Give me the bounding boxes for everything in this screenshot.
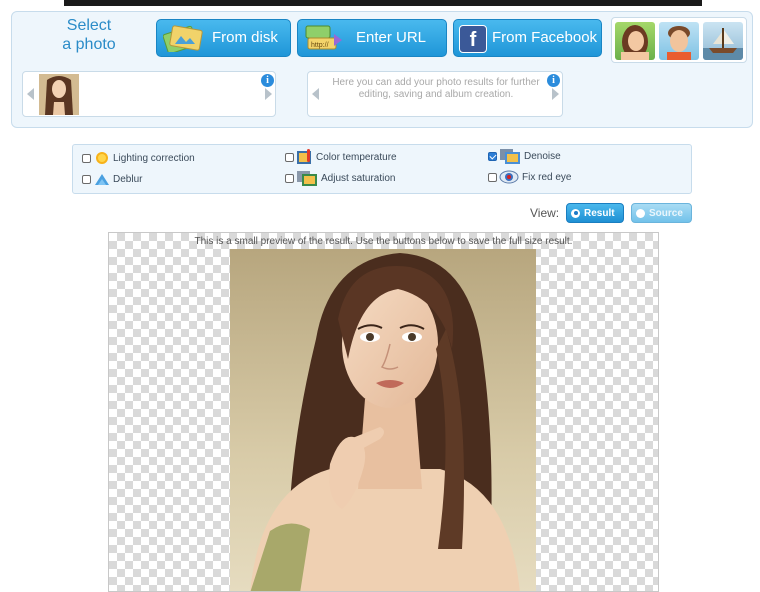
woman-portrait-thumb[interactable] — [39, 74, 79, 115]
boat-icon — [703, 28, 743, 60]
photo-source-panel: Select a photo From disk http:// Enter UR… — [11, 11, 753, 128]
result-next-arrow[interactable] — [552, 88, 559, 100]
red-eye-label: Fix red eye — [522, 171, 572, 183]
sample-woman-thumb[interactable] — [615, 22, 655, 60]
folder-photos-icon — [163, 25, 203, 52]
woman-face-icon — [621, 25, 649, 60]
sun-icon — [96, 152, 108, 164]
color-temperature-checkbox[interactable] — [285, 152, 294, 162]
saturation-label: Adjust saturation — [321, 172, 396, 184]
option-color-temperature[interactable]: Color temperature — [285, 149, 397, 165]
from-facebook-label: From Facebook — [492, 29, 598, 46]
deblur-label: Deblur — [113, 173, 143, 185]
denoise-icon — [500, 149, 520, 164]
from-disk-label: From disk — [212, 29, 278, 46]
source-photo-strip: i — [22, 71, 276, 117]
saturation-checkbox[interactable] — [285, 173, 294, 183]
from-facebook-button[interactable]: f From Facebook — [453, 19, 602, 57]
select-photo-label: Select a photo — [62, 17, 116, 53]
man-face-icon — [667, 26, 691, 60]
sample-boat-thumb[interactable] — [703, 22, 743, 60]
facebook-icon: f — [459, 25, 487, 53]
option-fix-red-eye[interactable]: Fix red eye — [488, 169, 571, 185]
lighting-label: Lighting correction — [113, 152, 195, 164]
result-strip-text: Here you can add your photo results for … — [332, 77, 540, 100]
option-lighting-correction[interactable]: Lighting correction — [82, 150, 195, 166]
portrait-thumb-image — [39, 74, 79, 115]
view-result-button[interactable]: Result — [566, 203, 624, 223]
red-eye-checkbox[interactable] — [488, 172, 497, 182]
view-label: View: — [530, 206, 560, 220]
from-disk-button[interactable]: From disk — [156, 19, 291, 57]
thermometer-icon — [297, 149, 311, 164]
sample-man-thumb[interactable] — [659, 22, 699, 60]
option-adjust-saturation[interactable]: Adjust saturation — [285, 170, 396, 186]
sample-photos — [611, 17, 747, 63]
result-radio — [571, 208, 580, 218]
eye-icon — [499, 170, 519, 184]
result-photo-strip: Here you can add your photo results for … — [307, 71, 563, 117]
result-info-icon[interactable]: i — [547, 74, 560, 87]
view-source-label: Source — [649, 207, 683, 219]
saturation-icon — [297, 171, 317, 186]
source-radio — [636, 208, 645, 218]
strip-next-arrow[interactable] — [265, 88, 272, 100]
preview-note: This is a small preview of the result. U… — [194, 236, 573, 247]
result-preview: This is a small preview of the result. U… — [108, 232, 659, 592]
deblur-checkbox[interactable] — [82, 174, 91, 184]
lighting-checkbox[interactable] — [82, 153, 91, 163]
option-denoise[interactable]: Denoise — [488, 148, 561, 164]
result-preview-image — [230, 249, 536, 591]
result-prev-arrow[interactable] — [312, 88, 319, 100]
enter-url-button[interactable]: http:// Enter URL — [297, 19, 447, 57]
option-deblur[interactable]: Deblur — [82, 171, 142, 187]
blur-drop-icon — [95, 174, 109, 185]
url-link-icon: http:// — [305, 25, 342, 50]
enhancement-options: Lighting correction Color temperature De… — [72, 144, 692, 194]
denoise-label: Denoise — [524, 150, 561, 162]
view-source-button[interactable]: Source — [631, 203, 692, 223]
denoise-checkbox[interactable] — [488, 151, 497, 161]
top-dark-bar — [64, 0, 702, 6]
strip-prev-arrow[interactable] — [27, 88, 34, 100]
source-info-icon[interactable]: i — [261, 74, 274, 87]
enter-url-label: Enter URL — [356, 29, 427, 46]
svg-text:http://: http:// — [311, 42, 329, 49]
view-result-label: Result — [584, 207, 615, 219]
color-temperature-label: Color temperature — [316, 151, 397, 163]
